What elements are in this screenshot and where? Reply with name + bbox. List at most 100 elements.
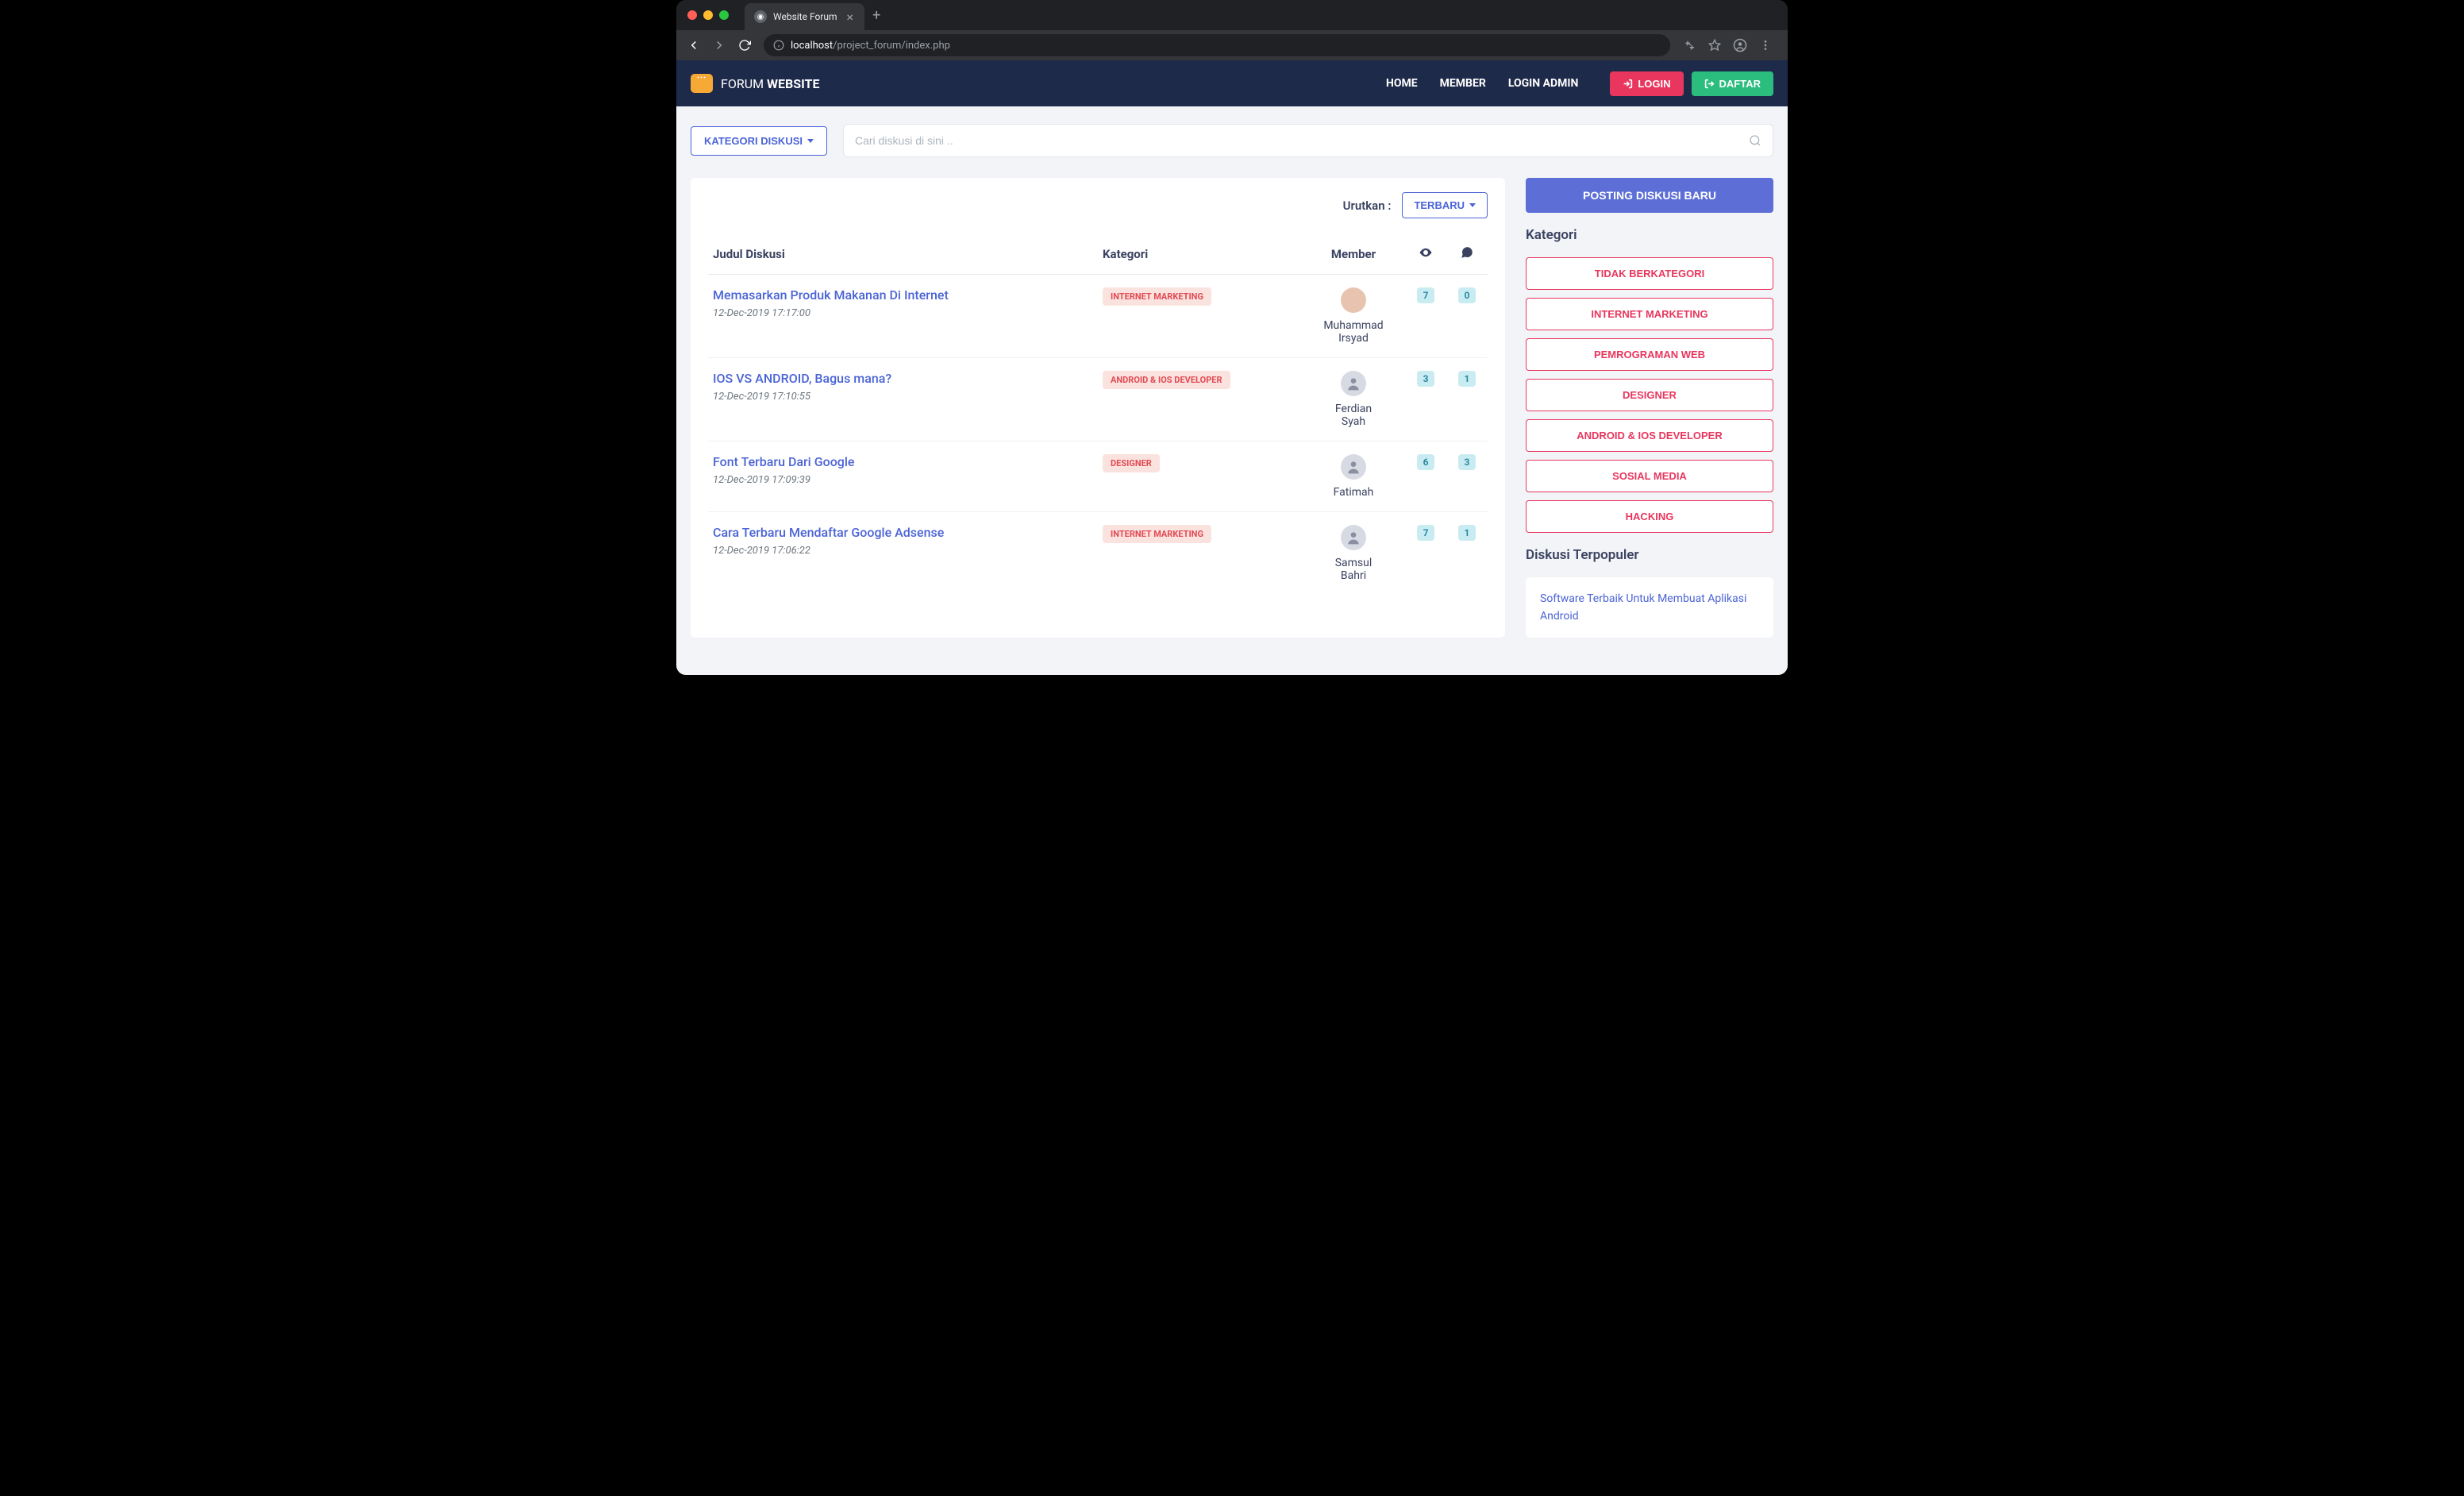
avatar	[1341, 454, 1366, 480]
category-tag[interactable]: ANDROID & IOS DEVELOPER	[1103, 371, 1230, 389]
favicon-icon: ◉	[754, 10, 767, 23]
member-cell[interactable]: MuhammadIrsyad	[1307, 287, 1400, 345]
site-navbar: FORUM WEBSITE HOME MEMBER LOGIN ADMIN LO…	[676, 60, 1788, 106]
avatar	[1341, 287, 1366, 313]
table-row: Cara Terbaru Mendaftar Google Adsense 12…	[708, 512, 1488, 596]
page-body: FORUM WEBSITE HOME MEMBER LOGIN ADMIN LO…	[676, 60, 1788, 675]
login-button[interactable]: LOGIN	[1610, 71, 1683, 96]
bookmark-star-icon[interactable]	[1704, 34, 1726, 56]
discussion-title-link[interactable]: Memasarkan Produk Makanan Di Internet	[713, 287, 1093, 303]
minimize-window-button[interactable]	[703, 10, 713, 20]
discussion-timestamp: 12-Dec-2019 17:17:00	[713, 307, 1093, 319]
chrome-menu-icon[interactable]	[1754, 34, 1777, 56]
nav-member[interactable]: MEMBER	[1440, 77, 1486, 90]
eye-icon	[1419, 245, 1433, 260]
col-member: Member	[1302, 234, 1405, 275]
member-cell[interactable]: SamsulBahri	[1307, 525, 1400, 582]
url-text: localhost/project_forum/index.php	[791, 40, 950, 52]
register-button[interactable]: DAFTAR	[1692, 71, 1773, 96]
search-icon[interactable]	[1749, 134, 1761, 147]
address-bar: localhost/project_forum/index.php	[676, 30, 1788, 60]
category-list: TIDAK BERKATEGORI INTERNET MARKETING PEMRO…	[1526, 257, 1773, 533]
search-input[interactable]	[855, 134, 1749, 147]
table-row: IOS VS ANDROID, Bagus mana? 12-Dec-2019 …	[708, 358, 1488, 441]
reload-button[interactable]	[733, 34, 756, 56]
member-cell[interactable]: Fatimah	[1307, 454, 1400, 499]
sidebar-heading-popular: Diskusi Terpopuler	[1526, 547, 1773, 563]
discussion-title-link[interactable]: Font Terbaru Dari Google	[713, 454, 1093, 469]
search-box[interactable]	[843, 124, 1773, 157]
chevron-down-icon	[1469, 203, 1476, 207]
comments-count: 0	[1458, 287, 1476, 303]
col-category: Kategori	[1098, 234, 1302, 275]
sort-row: Urutkan : TERBARU	[708, 192, 1488, 218]
sort-dropdown[interactable]: TERBARU	[1402, 192, 1488, 218]
tab-title: Website Forum	[773, 11, 837, 22]
category-button[interactable]: PEMROGRAMAN WEB	[1526, 338, 1773, 371]
category-dropdown[interactable]: KATEGORI DISKUSI	[691, 126, 827, 156]
col-title: Judul Diskusi	[708, 234, 1098, 275]
new-post-button[interactable]: POSTING DISKUSI BARU	[1526, 178, 1773, 213]
translate-icon[interactable]	[1678, 34, 1700, 56]
popular-card: Software Terbaik Untuk Membuat Aplikasi …	[1526, 577, 1773, 638]
views-count: 3	[1417, 371, 1435, 387]
forward-button[interactable]	[708, 34, 730, 56]
titlebar: ◉ Website Forum × +	[676, 0, 1788, 30]
sidebar-heading-categories: Kategori	[1526, 227, 1773, 243]
category-tag[interactable]: DESIGNER	[1103, 454, 1160, 472]
nav-links: HOME MEMBER LOGIN ADMIN	[1386, 77, 1578, 90]
new-tab-button[interactable]: +	[864, 7, 888, 24]
brand[interactable]: FORUM WEBSITE	[691, 74, 819, 93]
toolbar: KATEGORI DISKUSI	[676, 106, 1788, 157]
avatar	[1341, 371, 1366, 396]
popular-link[interactable]: Software Terbaik Untuk Membuat Aplikasi …	[1540, 592, 1746, 623]
window-controls	[687, 10, 729, 20]
discussion-title-link[interactable]: Cara Terbaru Mendaftar Google Adsense	[713, 525, 1093, 540]
avatar	[1341, 525, 1366, 550]
col-views	[1405, 234, 1446, 275]
comments-count: 1	[1458, 371, 1476, 387]
table-row: Memasarkan Produk Makanan Di Internet 12…	[708, 275, 1488, 358]
maximize-window-button[interactable]	[719, 10, 729, 20]
discussion-timestamp: 12-Dec-2019 17:06:22	[713, 545, 1093, 557]
discussion-table: Judul Diskusi Kategori Member Me	[708, 234, 1488, 595]
views-count: 7	[1417, 525, 1435, 541]
url-field[interactable]: localhost/project_forum/index.php	[764, 34, 1670, 56]
login-icon	[1623, 79, 1633, 89]
sort-label: Urutkan :	[1343, 199, 1392, 213]
comments-count: 3	[1458, 454, 1476, 470]
discussion-list-card: Urutkan : TERBARU Judul Diskusi Kategori…	[691, 178, 1505, 638]
views-count: 7	[1417, 287, 1435, 303]
nav-home[interactable]: HOME	[1386, 77, 1418, 90]
category-button[interactable]: TIDAK BERKATEGORI	[1526, 257, 1773, 290]
chat-icon	[691, 74, 713, 93]
category-button[interactable]: ANDROID & IOS DEVELOPER	[1526, 419, 1773, 452]
close-tab-button[interactable]: ×	[844, 10, 857, 25]
sidebar: POSTING DISKUSI BARU Kategori TIDAK BERK…	[1526, 178, 1773, 638]
register-icon	[1704, 79, 1715, 89]
close-window-button[interactable]	[687, 10, 697, 20]
brand-text: FORUM WEBSITE	[721, 76, 819, 91]
member-cell[interactable]: FerdianSyah	[1307, 371, 1400, 428]
category-button[interactable]: HACKING	[1526, 500, 1773, 533]
category-tag[interactable]: INTERNET MARKETING	[1103, 287, 1211, 306]
category-button[interactable]: SOSIAL MEDIA	[1526, 460, 1773, 492]
discussion-timestamp: 12-Dec-2019 17:09:39	[713, 474, 1093, 486]
browser-tab[interactable]: ◉ Website Forum ×	[745, 3, 864, 30]
col-comments	[1446, 234, 1488, 275]
discussion-title-link[interactable]: IOS VS ANDROID, Bagus mana?	[713, 371, 1093, 386]
category-button[interactable]: INTERNET MARKETING	[1526, 298, 1773, 330]
info-icon	[773, 40, 784, 51]
views-count: 6	[1417, 454, 1435, 470]
profile-icon[interactable]	[1729, 34, 1751, 56]
comment-icon	[1460, 245, 1474, 260]
table-row: Font Terbaru Dari Google 12-Dec-2019 17:…	[708, 441, 1488, 512]
category-button[interactable]: DESIGNER	[1526, 379, 1773, 411]
discussion-timestamp: 12-Dec-2019 17:10:55	[713, 391, 1093, 403]
chevron-down-icon	[807, 139, 814, 143]
category-tag[interactable]: INTERNET MARKETING	[1103, 525, 1211, 543]
nav-login-admin[interactable]: LOGIN ADMIN	[1508, 77, 1579, 90]
comments-count: 1	[1458, 525, 1476, 541]
browser-window: ◉ Website Forum × + localhost/project_fo…	[676, 0, 1788, 675]
back-button[interactable]	[683, 34, 705, 56]
